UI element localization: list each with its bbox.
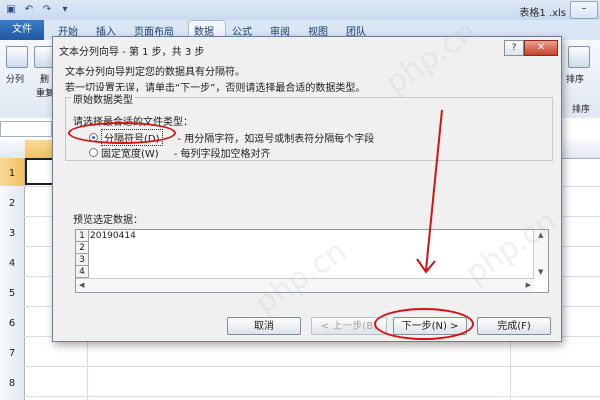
- red-arrow-icon: [416, 109, 443, 274]
- arrow-shaft: [425, 109, 443, 271]
